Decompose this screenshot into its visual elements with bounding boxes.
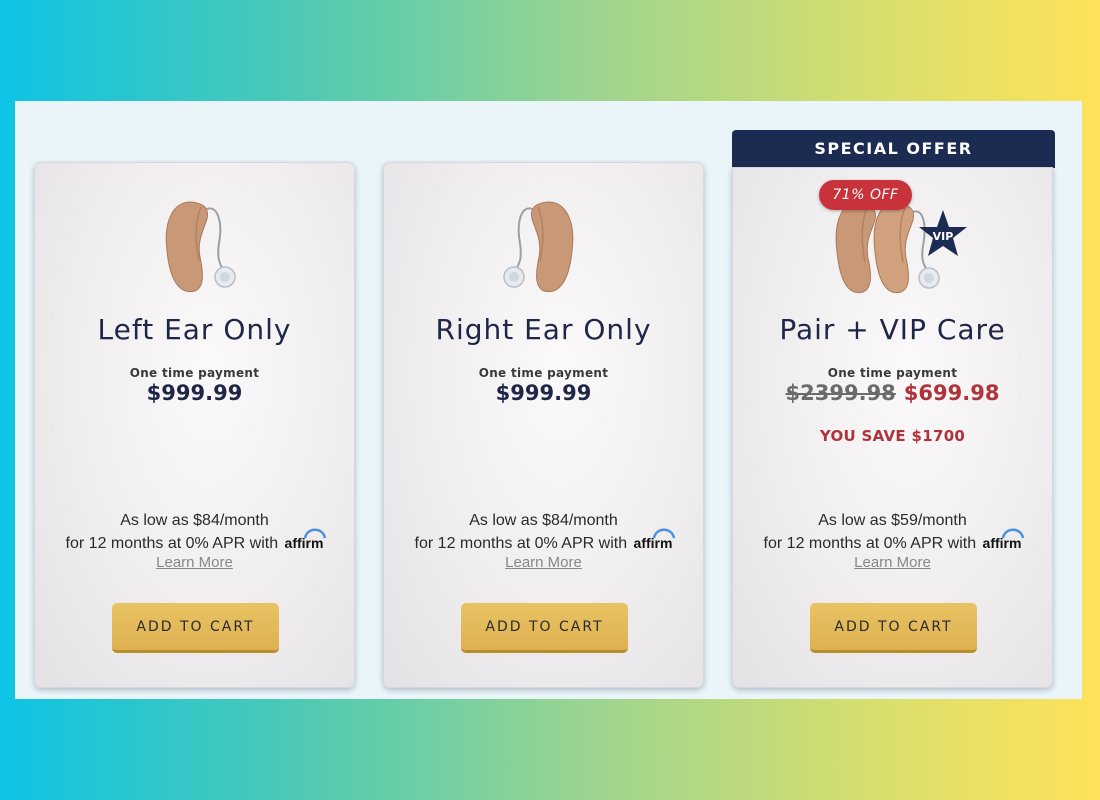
savings-text: YOU SAVE $1700	[819, 427, 966, 445]
payment-label: One time payment	[827, 366, 958, 380]
affirm-logo: affirm	[983, 528, 1025, 555]
card-title: Pair + VIP Care	[779, 313, 1006, 346]
affirm-arc-icon	[653, 528, 676, 539]
special-offer-banner: SPECIAL OFFER	[732, 130, 1055, 168]
financing-info: As low as $59/month for 12 months at 0% …	[733, 509, 1052, 555]
financing-terms: for 12 months at 0% APR with affirm	[384, 528, 703, 555]
payment-label: One time payment	[478, 366, 609, 380]
price: $2399.98 $699.98	[733, 381, 1052, 405]
card-title: Left Ear Only	[97, 313, 292, 346]
financing-terms: for 12 months at 0% APR with affirm	[733, 528, 1052, 555]
financing-info: As low as $84/month for 12 months at 0% …	[35, 509, 354, 555]
add-to-cart-button[interactable]: ADD TO CART	[112, 603, 279, 653]
price: $999.99	[495, 381, 592, 405]
hearing-aid-right-icon	[502, 201, 573, 293]
affirm-arc-icon	[1002, 528, 1025, 539]
pricing-card-right-ear: Right Ear Only One time payment $999.99 …	[383, 162, 704, 688]
pricing-card-left-ear: Left Ear Only One time payment $999.99 A…	[34, 162, 355, 688]
hearing-aid-left-icon	[165, 201, 236, 293]
affirm-arc-icon	[304, 528, 327, 539]
add-to-cart-button[interactable]: ADD TO CART	[461, 603, 628, 653]
vip-star-icon: VIP	[919, 210, 967, 256]
payment-label: One time payment	[129, 366, 260, 380]
financing-terms-text: for 12 months at 0% APR with	[763, 535, 977, 552]
pricing-card-pair-vip: 71% OFF VIP Pair + VIP Care One time pay…	[732, 167, 1053, 688]
affirm-logo: affirm	[285, 528, 327, 555]
price: $999.99	[146, 381, 243, 405]
original-price: $2399.98	[785, 381, 896, 405]
discount-badge: 71% OFF	[819, 180, 912, 210]
learn-more-link[interactable]: Learn More	[384, 554, 703, 571]
affirm-logo: affirm	[634, 528, 676, 555]
card-title: Right Ear Only	[435, 313, 652, 346]
financing-terms-text: for 12 months at 0% APR with	[65, 535, 279, 552]
sale-price: $699.98	[903, 381, 1000, 405]
learn-more-link[interactable]: Learn More	[35, 554, 354, 571]
financing-info: As low as $84/month for 12 months at 0% …	[384, 509, 703, 555]
add-to-cart-button[interactable]: ADD TO CART	[810, 603, 977, 653]
financing-terms: for 12 months at 0% APR with affirm	[35, 528, 354, 555]
vip-badge-label: VIP	[933, 230, 954, 243]
learn-more-link[interactable]: Learn More	[733, 554, 1052, 571]
financing-terms-text: for 12 months at 0% APR with	[414, 535, 628, 552]
